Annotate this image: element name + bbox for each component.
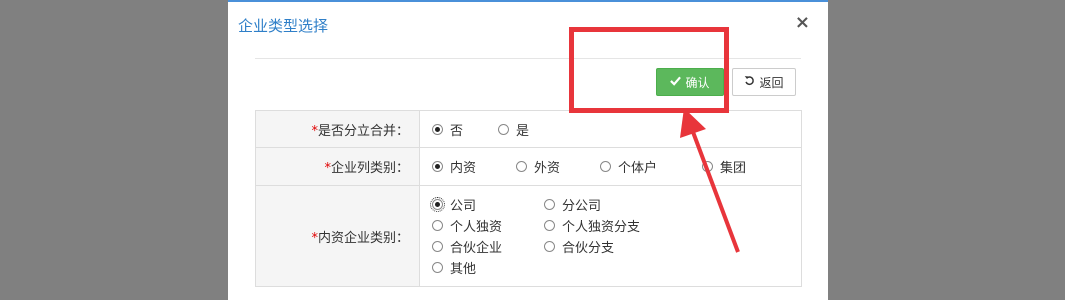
red-arrow-icon xyxy=(680,108,740,253)
